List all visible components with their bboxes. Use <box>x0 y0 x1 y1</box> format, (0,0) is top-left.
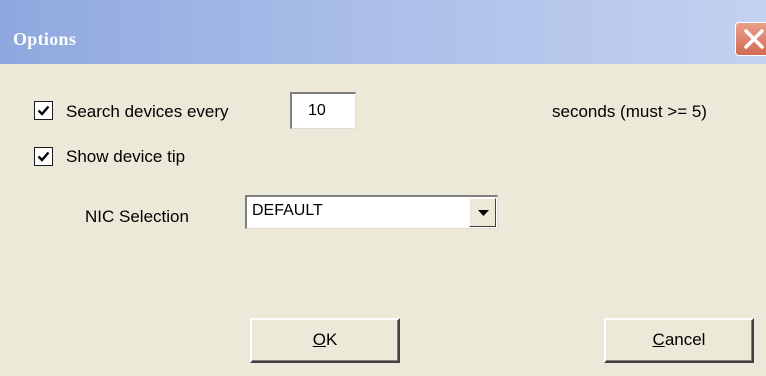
title-bar[interactable]: Options <box>0 0 766 64</box>
cancel-accelerator: C <box>652 330 665 349</box>
search-interval-input[interactable]: 10 <box>290 92 356 129</box>
chevron-down-icon <box>478 210 489 216</box>
show-device-tip-checkbox[interactable] <box>34 147 53 166</box>
checkmark-icon <box>37 151 50 162</box>
show-device-tip-label: Show device tip <box>66 147 186 166</box>
options-dialog: Options Search devices every 10 seconds … <box>0 0 766 376</box>
ok-accelerator: O <box>312 330 326 349</box>
cancel-button[interactable]: Cancel <box>604 318 754 363</box>
nic-selection-label: NIC Selection <box>85 207 189 226</box>
nic-selected-value: DEFAULT <box>252 202 323 219</box>
nic-selection-dropdown[interactable]: DEFAULT <box>245 195 498 229</box>
checkmark-icon <box>37 105 50 116</box>
close-x-icon <box>744 29 764 49</box>
ok-button[interactable]: OK <box>250 318 400 363</box>
search-devices-checkbox[interactable] <box>34 101 53 120</box>
window-title: Options <box>13 29 77 49</box>
cancel-label: ancel <box>664 330 706 349</box>
close-button[interactable] <box>735 22 766 56</box>
ok-label: K <box>325 330 338 349</box>
dropdown-arrow-button[interactable] <box>469 198 496 227</box>
interval-hint: seconds (must >= 5) <box>552 102 707 121</box>
search-devices-label: Search devices every <box>66 102 229 121</box>
